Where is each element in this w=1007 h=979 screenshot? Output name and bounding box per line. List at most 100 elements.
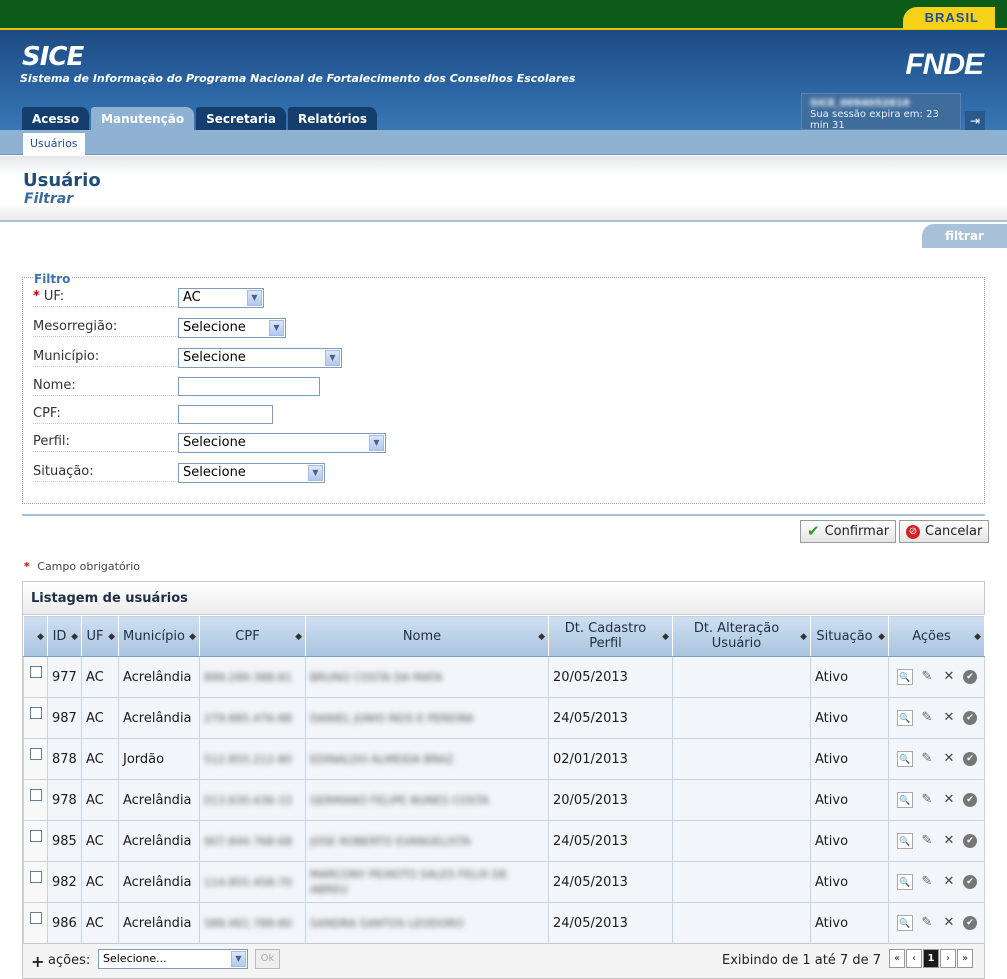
- col-uf[interactable]: UF ◆: [81, 615, 119, 657]
- next-page-button[interactable]: ›: [940, 949, 956, 968]
- cell-municipio: Acrelândia: [118, 779, 200, 821]
- cell-municipio: Jordão: [118, 738, 200, 780]
- table-row[interactable]: 878 AC Jordão 512.855.212-80 EDINALDO ALMEID…: [23, 738, 985, 780]
- edit-icon[interactable]: ✎: [919, 710, 935, 726]
- uf-select[interactable]: AC ▼: [178, 288, 264, 308]
- row-checkbox[interactable]: [29, 707, 42, 719]
- sort-icon: ◆: [538, 632, 545, 642]
- cell-cpf: 589.461.788-80: [199, 902, 306, 944]
- col-situacao[interactable]: Situação ◆: [810, 615, 889, 657]
- edit-icon[interactable]: ✎: [919, 874, 935, 890]
- cpf-value: 899.289.388-81: [204, 670, 292, 684]
- cell-cpf: 114.855.458-70: [199, 861, 306, 903]
- cell-acoes: 🔍 ✎ ✕ ✔: [888, 779, 985, 821]
- delete-icon[interactable]: ✕: [941, 833, 957, 849]
- edit-icon[interactable]: ✎: [919, 669, 935, 685]
- confirm-button[interactable]: ✔ Confirmar: [800, 520, 897, 543]
- brasil-badge[interactable]: BRASIL: [902, 7, 995, 29]
- edit-icon[interactable]: ✎: [919, 751, 935, 767]
- meso-select[interactable]: Selecione ▼: [178, 318, 286, 338]
- col-cpf[interactable]: CPF ◆: [199, 615, 306, 657]
- cell-situacao: Ativo: [810, 779, 889, 821]
- col-acoes[interactable]: Ações ◆: [888, 615, 985, 657]
- add-icon[interactable]: +: [31, 952, 44, 971]
- col-municipio[interactable]: Município ◆: [118, 615, 200, 657]
- logout-icon[interactable]: ⇥: [965, 111, 985, 131]
- row-checkbox[interactable]: [29, 789, 42, 801]
- cpf-input[interactable]: [178, 405, 273, 424]
- uf-row: * UF: AC ▼: [33, 288, 264, 308]
- activate-icon[interactable]: ✔: [963, 711, 977, 725]
- col-select[interactable]: ◆: [23, 615, 48, 657]
- row-checkbox[interactable]: [29, 912, 42, 924]
- view-icon[interactable]: 🔍: [897, 833, 913, 849]
- col-dt-cadastro[interactable]: Dt. Cadastro Perfil ◆: [548, 615, 673, 657]
- last-page-button[interactable]: »: [957, 949, 973, 968]
- tab-relatorios[interactable]: Relatórios: [288, 107, 377, 130]
- activate-icon[interactable]: ✔: [963, 875, 977, 889]
- table-row[interactable]: 982 AC Acrelândia 114.855.458-70 MARCONY PEI…: [23, 861, 985, 903]
- session-user: SICE_0094052816: [810, 98, 910, 109]
- delete-icon[interactable]: ✕: [941, 669, 957, 685]
- perfil-select[interactable]: Selecione ▼: [178, 433, 386, 453]
- cell-situacao: Ativo: [810, 697, 889, 739]
- table-row[interactable]: 987 AC Acrelândia 279.885.476-88 DANIEL JUNI…: [23, 697, 985, 739]
- cell-dt-cadastro: 24/05/2013: [548, 861, 673, 903]
- filter-legend: Filtro: [33, 272, 72, 286]
- table-row[interactable]: 978 AC Acrelândia 013.630.436-33 GERMANO FEL…: [23, 779, 985, 821]
- cell-municipio: Acrelândia: [118, 861, 200, 903]
- view-icon[interactable]: 🔍: [897, 751, 913, 767]
- table-row[interactable]: 977 AC Acrelândia 899.289.388-81 BRUNO COSTA…: [23, 656, 985, 698]
- nome-input[interactable]: [178, 377, 320, 396]
- cpf-value: 512.855.212-80: [204, 752, 292, 766]
- user-list: Listagem de usuários ◆ ID ◆ UF ◆ Município…: [22, 581, 985, 979]
- col-id[interactable]: ID ◆: [47, 615, 82, 657]
- government-bar: BRASIL: [0, 0, 1007, 30]
- view-icon[interactable]: 🔍: [897, 710, 913, 726]
- activate-icon[interactable]: ✔: [963, 752, 977, 766]
- col-dt-alteracao[interactable]: Dt. Alteração Usuário ◆: [672, 615, 811, 657]
- delete-icon[interactable]: ✕: [941, 710, 957, 726]
- edit-icon[interactable]: ✎: [919, 792, 935, 808]
- edit-icon[interactable]: ✎: [919, 915, 935, 931]
- activate-icon[interactable]: ✔: [963, 834, 977, 848]
- col-nome[interactable]: Nome ◆: [305, 615, 549, 657]
- view-icon[interactable]: 🔍: [897, 669, 913, 685]
- subtab-usuarios[interactable]: Usuários: [23, 133, 85, 155]
- cell-nome: GERMANO FELIPE NUNES COSTA: [305, 779, 549, 821]
- view-icon[interactable]: 🔍: [897, 915, 913, 931]
- view-icon[interactable]: 🔍: [897, 874, 913, 890]
- row-checkbox[interactable]: [29, 830, 42, 842]
- mun-select[interactable]: Selecione ▼: [178, 348, 342, 368]
- chevron-down-icon: ▼: [369, 435, 384, 451]
- first-page-button[interactable]: «: [889, 949, 905, 968]
- tab-acesso[interactable]: Acesso: [22, 107, 90, 130]
- nome-value: BRUNO COSTA DA MATA: [310, 670, 443, 684]
- delete-icon[interactable]: ✕: [941, 915, 957, 931]
- view-icon[interactable]: 🔍: [897, 792, 913, 808]
- cpf-value: 279.885.476-88: [204, 711, 292, 725]
- table-row[interactable]: 986 AC Acrelândia 589.461.788-80 SANDRA SANT…: [23, 902, 985, 944]
- activate-icon[interactable]: ✔: [963, 670, 977, 684]
- table-row[interactable]: 985 AC Acrelândia 907.844.768-68 JOSE ROBERT…: [23, 820, 985, 862]
- edit-icon[interactable]: ✎: [919, 833, 935, 849]
- activate-icon[interactable]: ✔: [963, 793, 977, 807]
- cancel-button[interactable]: ⊘ Cancelar: [899, 520, 990, 543]
- acoes-select[interactable]: Selecione... ▼: [98, 949, 248, 969]
- ok-button[interactable]: Ok: [255, 949, 280, 969]
- prev-page-button[interactable]: ‹: [906, 949, 922, 968]
- row-checkbox[interactable]: [29, 871, 42, 883]
- page-1-button[interactable]: 1: [923, 949, 939, 968]
- delete-icon[interactable]: ✕: [941, 751, 957, 767]
- perfil-label: Perfil:: [33, 434, 178, 452]
- row-checkbox[interactable]: [29, 748, 42, 760]
- delete-icon[interactable]: ✕: [941, 874, 957, 890]
- situacao-select[interactable]: Selecione ▼: [178, 463, 325, 483]
- row-checkbox[interactable]: [29, 666, 42, 678]
- uf-label: * UF:: [33, 289, 178, 307]
- tab-secretaria[interactable]: Secretaria: [196, 107, 286, 130]
- filter-tab[interactable]: filtrar: [922, 224, 1007, 248]
- tab-manutencao[interactable]: Manutenção: [91, 107, 195, 130]
- activate-icon[interactable]: ✔: [963, 916, 977, 930]
- delete-icon[interactable]: ✕: [941, 792, 957, 808]
